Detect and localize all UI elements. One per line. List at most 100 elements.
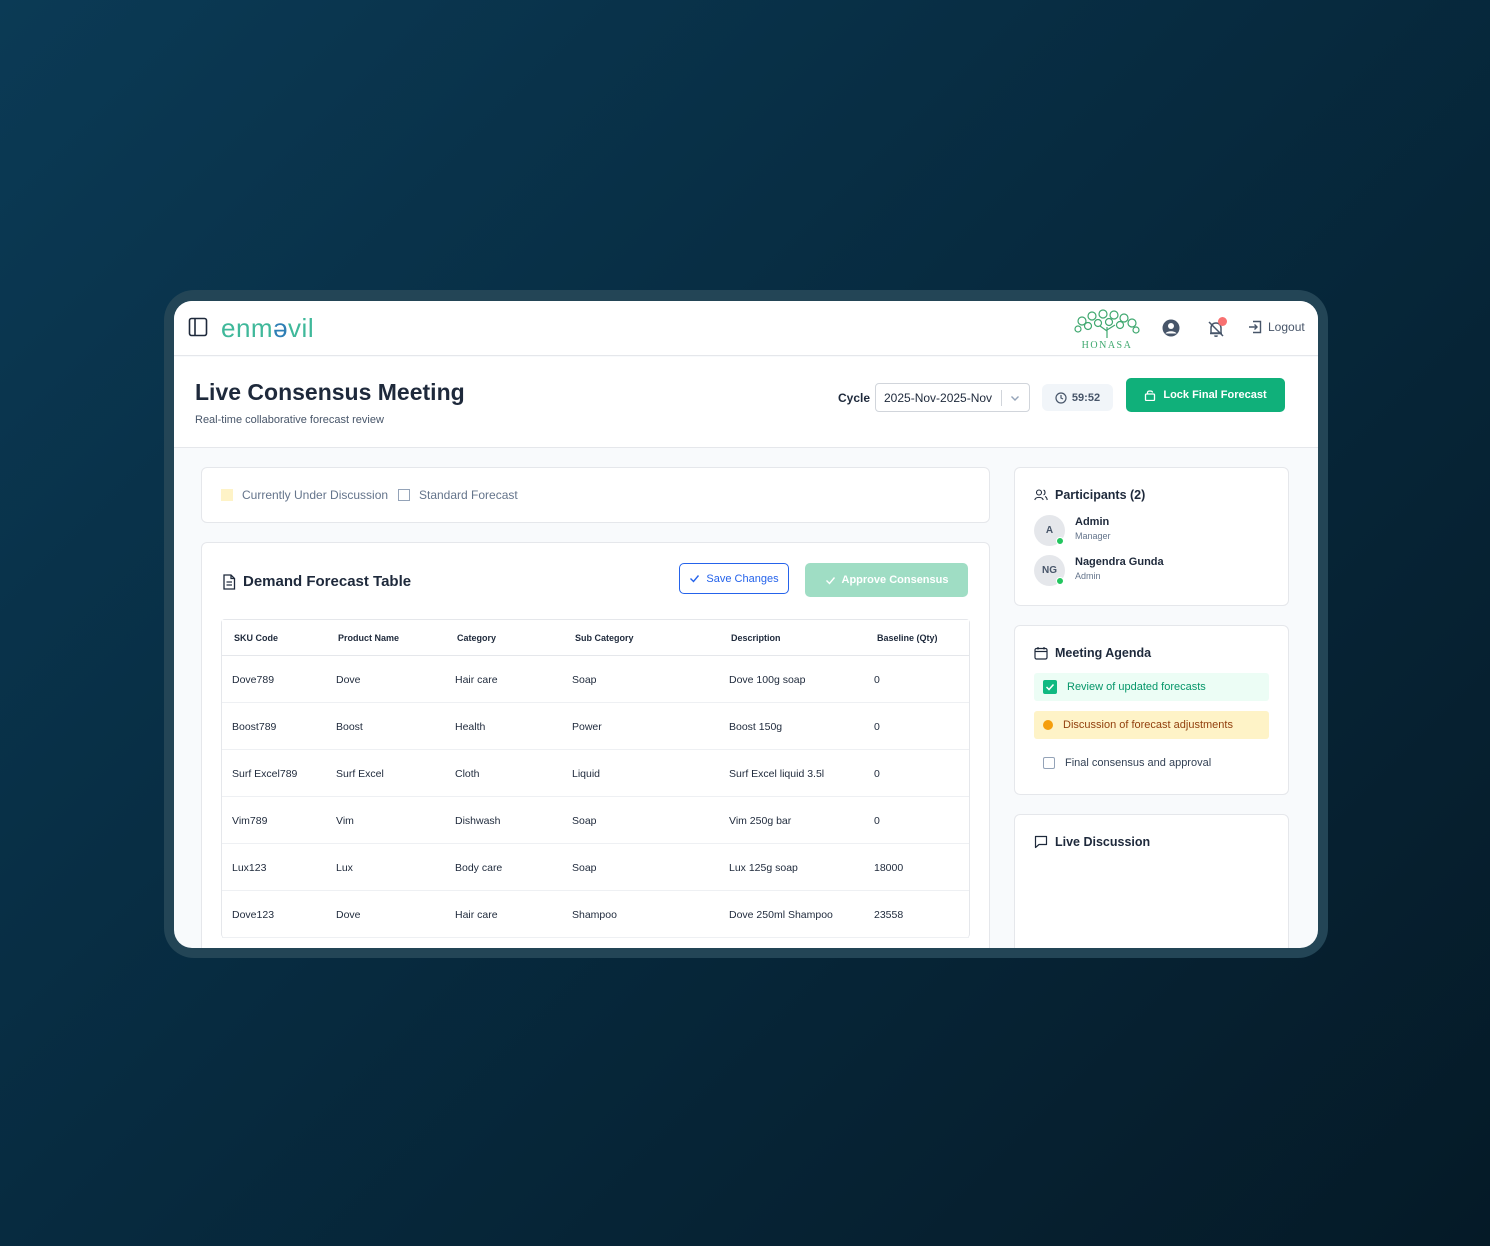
cell-description: Boost 150g <box>729 721 783 733</box>
cell-subcategory: Power <box>572 721 602 733</box>
column-header[interactable]: Description <box>731 633 781 643</box>
approve-consensus-button[interactable]: Approve Consensus <box>805 563 968 597</box>
document-icon <box>223 573 236 590</box>
agenda-title-text: Meeting Agenda <box>1055 646 1152 660</box>
cycle-select[interactable]: 2025-Nov-2025-Nov <box>875 383 1030 412</box>
table-row[interactable]: Lux123 Lux Body care Soap Lux 125g soap … <box>222 844 969 891</box>
table-row[interactable]: Boost789 Boost Health Power Boost 150g 0 <box>222 703 969 750</box>
table-header: SKU Code Product Name Category Sub Categ… <box>222 620 969 656</box>
cell-subcategory: Soap <box>572 674 597 686</box>
lock-button-label: Lock Final Forecast <box>1163 389 1267 401</box>
table-row[interactable]: Dove789 Dove Hair care Soap Dove 100g so… <box>222 656 969 703</box>
cell-baseline[interactable]: 0 <box>874 674 880 686</box>
live-discussion-card: Live Discussion <box>1014 814 1289 948</box>
cell-product: Dove <box>336 674 361 686</box>
top-navbar: enməvil HONASA Logout <box>174 301 1318 356</box>
agenda-title: Meeting Agenda <box>1034 646 1151 660</box>
discussion-title-text: Live Discussion <box>1055 835 1151 849</box>
column-header[interactable]: Baseline (Qty) <box>877 633 938 643</box>
brand-logo: HONASA <box>1070 309 1144 351</box>
page-title: Live Consensus Meeting <box>195 379 465 405</box>
checked-checkbox-icon[interactable] <box>1043 680 1057 694</box>
legend-card: Currently Under Discussion Standard Fore… <box>201 467 990 523</box>
app-logo[interactable]: enməvil <box>221 313 314 344</box>
cell-description: Dove 100g soap <box>729 674 806 686</box>
agenda-item-pending[interactable]: Final consensus and approval <box>1034 749 1269 777</box>
cell-baseline[interactable]: 0 <box>874 815 880 827</box>
legend-swatch-white <box>398 489 410 501</box>
column-header[interactable]: Category <box>457 633 496 643</box>
table-row[interactable]: Vim789 Vim Dishwash Soap Vim 250g bar 0 <box>222 797 969 844</box>
approve-button-label: Approve Consensus <box>841 574 949 586</box>
cell-category: Dishwash <box>455 815 501 827</box>
logo-text-end: vil <box>288 313 315 343</box>
clock-icon <box>1055 391 1067 404</box>
cell-sku: Boost789 <box>232 721 277 733</box>
table-title-text: Demand Forecast Table <box>243 573 412 590</box>
cycle-label: Cycle <box>838 391 871 405</box>
agenda-item-done[interactable]: Review of updated forecasts <box>1034 673 1269 701</box>
cell-category: Health <box>455 721 486 733</box>
cell-category: Cloth <box>455 768 480 780</box>
meeting-timer: 59:52 <box>1042 384 1113 411</box>
participants-title-text: Participants (2) <box>1055 488 1146 502</box>
sidebar-toggle-icon[interactable] <box>188 317 208 337</box>
notification-badge <box>1218 317 1227 326</box>
cell-product: Vim <box>336 815 354 827</box>
cell-baseline[interactable]: 23558 <box>874 909 903 921</box>
cell-subcategory: Liquid <box>572 768 601 780</box>
logout-button[interactable]: Logout <box>1248 320 1305 334</box>
legend-standard-label: Standard Forecast <box>419 488 518 502</box>
cell-product: Surf Excel <box>336 768 384 780</box>
column-header[interactable]: SKU Code <box>234 633 278 643</box>
check-icon <box>690 575 700 583</box>
cell-product: Dove <box>336 909 361 921</box>
cell-product: Lux <box>336 862 353 874</box>
cell-sku: Lux123 <box>232 862 267 874</box>
in-progress-dot-icon <box>1043 720 1053 730</box>
legend-standard: Standard Forecast <box>398 488 518 502</box>
lock-icon <box>1145 390 1156 401</box>
cell-baseline[interactable]: 18000 <box>874 862 903 874</box>
check-icon <box>825 576 835 585</box>
column-header[interactable]: Sub Category <box>575 633 634 643</box>
participant-role: Manager <box>1075 531 1111 541</box>
participant-item[interactable]: A Admin Manager <box>1034 515 1274 547</box>
cell-description: Lux 125g soap <box>729 862 798 874</box>
online-status-dot <box>1056 577 1064 585</box>
participant-name: Admin <box>1075 516 1110 528</box>
participants-card: Participants (2) A Admin Manager NG Nage… <box>1014 467 1289 606</box>
legend-under-discussion-label: Currently Under Discussion <box>242 488 389 502</box>
agenda-item-active[interactable]: Discussion of forecast adjustments <box>1034 711 1269 739</box>
chat-bubble-icon <box>1034 835 1048 849</box>
check-icon <box>1045 683 1055 691</box>
app-window: enməvil HONASA Logout Live Consensus Mee… <box>174 301 1318 948</box>
timer-value: 59:52 <box>1071 391 1101 404</box>
participants-title: Participants (2) <box>1034 488 1145 502</box>
column-header[interactable]: Product Name <box>338 633 399 643</box>
table-row[interactable]: Surf Excel789 Surf Excel Cloth Liquid Su… <box>222 750 969 797</box>
user-profile-icon[interactable] <box>1162 319 1180 337</box>
unchecked-checkbox-icon[interactable] <box>1043 757 1055 769</box>
page-header: Live Consensus Meeting Real-time collabo… <box>174 357 1318 448</box>
cell-category: Body care <box>455 862 503 874</box>
cell-baseline[interactable]: 0 <box>874 768 880 780</box>
cell-baseline[interactable]: 0 <box>874 721 880 733</box>
logo-text-start: enm <box>221 313 274 343</box>
page-subtitle: Real-time collaborative forecast review <box>195 414 384 426</box>
save-changes-button[interactable]: Save Changes <box>679 563 789 594</box>
cell-description: Vim 250g bar <box>729 815 792 827</box>
brand-tree-icon <box>1074 309 1140 338</box>
lock-final-forecast-button[interactable]: Lock Final Forecast <box>1126 378 1285 412</box>
participant-item[interactable]: NG Nagendra Gunda Admin <box>1034 555 1274 587</box>
cell-sku: Vim789 <box>232 815 268 827</box>
brand-name: HONASA <box>1081 340 1133 351</box>
table-row[interactable]: Dove123 Dove Hair care Shampoo Dove 250m… <box>222 891 969 938</box>
logo-text-mark: ə <box>273 313 289 343</box>
calendar-icon <box>1034 647 1048 660</box>
save-button-label: Save Changes <box>706 572 779 585</box>
forecast-table-card: Demand Forecast Table Save Changes Appro… <box>201 542 990 948</box>
chevron-down-icon <box>1011 396 1019 401</box>
demand-forecast-table: SKU Code Product Name Category Sub Categ… <box>221 619 970 938</box>
cell-product: Boost <box>336 721 363 733</box>
